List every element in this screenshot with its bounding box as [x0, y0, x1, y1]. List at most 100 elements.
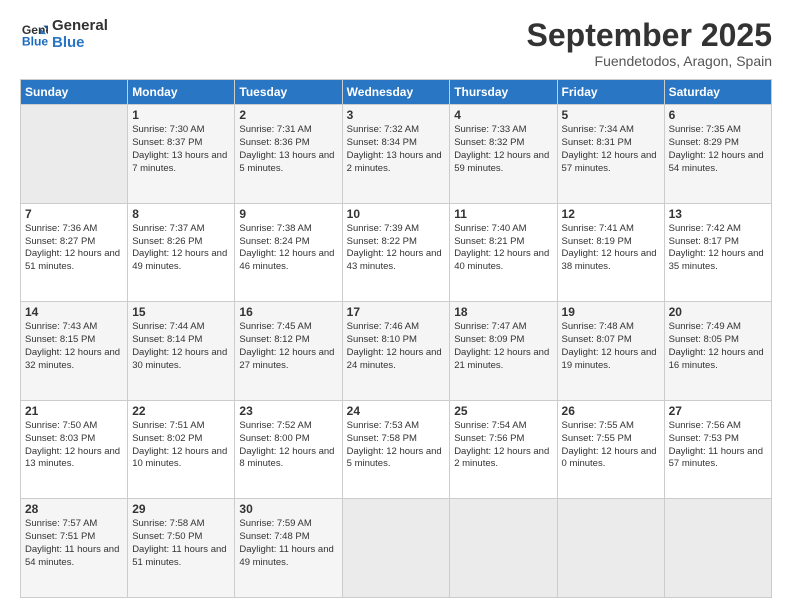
day-info: Sunrise: 7:30 AMSunset: 8:37 PMDaylight:… [132, 124, 230, 175]
day-number: 22 [132, 404, 230, 418]
table-row: 29Sunrise: 7:58 AMSunset: 7:50 PMDayligh… [128, 499, 235, 598]
day-info: Sunrise: 7:31 AMSunset: 8:36 PMDaylight:… [239, 124, 337, 175]
table-row: 17 Sunrise: 7:46 AMSunset: 8:10 PMDayligh… [342, 302, 450, 401]
day-info: Sunrise: 7:55 AMSunset: 7:55 PMDaylight:… [562, 420, 660, 471]
table-row [664, 499, 771, 598]
table-row: 7 Sunrise: 7:36 AMSunset: 8:27 PMDaylight… [21, 203, 128, 302]
table-row: 24Sunrise: 7:53 AMSunset: 7:58 PMDayligh… [342, 400, 450, 499]
table-row: 20Sunrise: 7:49 AMSunset: 8:05 PMDayligh… [664, 302, 771, 401]
day-info: Sunrise: 7:33 AMSunset: 8:32 PMDaylight:… [454, 124, 552, 175]
calendar-week-row: 7 Sunrise: 7:36 AMSunset: 8:27 PMDaylight… [21, 203, 772, 302]
day-number: 10 [347, 207, 446, 221]
logo-icon: General Blue [20, 21, 48, 49]
day-number: 23 [239, 404, 337, 418]
table-row: 25 Sunrise: 7:54 AMSunset: 7:56 PMDayligh… [450, 400, 557, 499]
day-info: Sunrise: 7:42 AMSunset: 8:17 PMDaylight:… [669, 223, 767, 274]
table-row: 4Sunrise: 7:33 AMSunset: 8:32 PMDaylight… [450, 105, 557, 204]
logo: General Blue General Blue [20, 18, 108, 51]
location: Fuendetodos, Aragon, Spain [527, 53, 772, 69]
calendar-page: General Blue General Blue September 2025… [0, 0, 792, 612]
header-wednesday: Wednesday [342, 80, 450, 105]
day-info: Sunrise: 7:52 AMSunset: 8:00 PMDaylight:… [239, 420, 337, 471]
table-row: 9 Sunrise: 7:38 AMSunset: 8:24 PMDaylight… [235, 203, 342, 302]
table-row: 1 Sunrise: 7:30 AMSunset: 8:37 PMDaylight… [128, 105, 235, 204]
day-number: 1 [132, 108, 230, 122]
table-row: 28Sunrise: 7:57 AMSunset: 7:51 PMDayligh… [21, 499, 128, 598]
day-number: 25 [454, 404, 552, 418]
day-number: 3 [347, 108, 446, 122]
day-number: 12 [562, 207, 660, 221]
day-number: 13 [669, 207, 767, 221]
day-number: 26 [562, 404, 660, 418]
day-number: 27 [669, 404, 767, 418]
header: General Blue General Blue September 2025… [20, 18, 772, 69]
calendar-week-row: 1 Sunrise: 7:30 AMSunset: 8:37 PMDaylight… [21, 105, 772, 204]
calendar-week-row: 14Sunrise: 7:43 AMSunset: 8:15 PMDayligh… [21, 302, 772, 401]
day-info: Sunrise: 7:44 AMSunset: 8:14 PMDaylight:… [132, 321, 230, 372]
day-info: Sunrise: 7:35 AMSunset: 8:29 PMDaylight:… [669, 124, 767, 175]
logo-blue: Blue [52, 35, 108, 52]
day-number: 15 [132, 305, 230, 319]
day-info: Sunrise: 7:38 AMSunset: 8:24 PMDaylight:… [239, 223, 337, 274]
header-tuesday: Tuesday [235, 80, 342, 105]
day-number: 7 [25, 207, 123, 221]
day-info: Sunrise: 7:47 AMSunset: 8:09 PMDaylight:… [454, 321, 552, 372]
header-friday: Friday [557, 80, 664, 105]
day-info: Sunrise: 7:49 AMSunset: 8:05 PMDaylight:… [669, 321, 767, 372]
table-row: 18 Sunrise: 7:47 AMSunset: 8:09 PMDayligh… [450, 302, 557, 401]
day-number: 9 [239, 207, 337, 221]
day-info: Sunrise: 7:48 AMSunset: 8:07 PMDaylight:… [562, 321, 660, 372]
day-number: 17 [347, 305, 446, 319]
day-number: 28 [25, 502, 123, 516]
day-info: Sunrise: 7:59 AMSunset: 7:48 PMDaylight:… [239, 518, 337, 569]
day-info: Sunrise: 7:54 AMSunset: 7:56 PMDaylight:… [454, 420, 552, 471]
table-row [450, 499, 557, 598]
table-row [342, 499, 450, 598]
table-row: 16Sunrise: 7:45 AMSunset: 8:12 PMDayligh… [235, 302, 342, 401]
table-row [557, 499, 664, 598]
table-row: 30 Sunrise: 7:59 AMSunset: 7:48 PMDayligh… [235, 499, 342, 598]
day-number: 19 [562, 305, 660, 319]
table-row: 11 Sunrise: 7:40 AMSunset: 8:21 PMDayligh… [450, 203, 557, 302]
day-info: Sunrise: 7:45 AMSunset: 8:12 PMDaylight:… [239, 321, 337, 372]
table-row: 2 Sunrise: 7:31 AMSunset: 8:36 PMDaylight… [235, 105, 342, 204]
day-info: Sunrise: 7:41 AMSunset: 8:19 PMDaylight:… [562, 223, 660, 274]
calendar-week-row: 28Sunrise: 7:57 AMSunset: 7:51 PMDayligh… [21, 499, 772, 598]
header-monday: Monday [128, 80, 235, 105]
day-info: Sunrise: 7:36 AMSunset: 8:27 PMDaylight:… [25, 223, 123, 274]
table-row: 27 Sunrise: 7:56 AMSunset: 7:53 PMDayligh… [664, 400, 771, 499]
table-row: 13 Sunrise: 7:42 AMSunset: 8:17 PMDayligh… [664, 203, 771, 302]
day-number: 5 [562, 108, 660, 122]
day-info: Sunrise: 7:34 AMSunset: 8:31 PMDaylight:… [562, 124, 660, 175]
day-number: 24 [347, 404, 446, 418]
table-row: 12 Sunrise: 7:41 AMSunset: 8:19 PMDayligh… [557, 203, 664, 302]
header-saturday: Saturday [664, 80, 771, 105]
day-number: 11 [454, 207, 552, 221]
header-thursday: Thursday [450, 80, 557, 105]
day-number: 8 [132, 207, 230, 221]
month-title: September 2025 [527, 18, 772, 53]
day-number: 2 [239, 108, 337, 122]
day-number: 29 [132, 502, 230, 516]
day-info: Sunrise: 7:50 AMSunset: 8:03 PMDaylight:… [25, 420, 123, 471]
table-row: 10 Sunrise: 7:39 AMSunset: 8:22 PMDayligh… [342, 203, 450, 302]
logo-general: General [52, 18, 108, 35]
svg-text:Blue: Blue [22, 34, 48, 48]
day-info: Sunrise: 7:39 AMSunset: 8:22 PMDaylight:… [347, 223, 446, 274]
day-info: Sunrise: 7:40 AMSunset: 8:21 PMDaylight:… [454, 223, 552, 274]
day-info: Sunrise: 7:56 AMSunset: 7:53 PMDaylight:… [669, 420, 767, 471]
table-row: 21 Sunrise: 7:50 AMSunset: 8:03 PMDayligh… [21, 400, 128, 499]
day-info: Sunrise: 7:46 AMSunset: 8:10 PMDaylight:… [347, 321, 446, 372]
day-number: 18 [454, 305, 552, 319]
day-info: Sunrise: 7:51 AMSunset: 8:02 PMDaylight:… [132, 420, 230, 471]
title-block: September 2025 Fuendetodos, Aragon, Spai… [527, 18, 772, 69]
table-row: 15 Sunrise: 7:44 AMSunset: 8:14 PMDayligh… [128, 302, 235, 401]
day-number: 21 [25, 404, 123, 418]
calendar-table: Sunday Monday Tuesday Wednesday Thursday… [20, 79, 772, 598]
table-row [21, 105, 128, 204]
day-info: Sunrise: 7:32 AMSunset: 8:34 PMDaylight:… [347, 124, 446, 175]
table-row: 14Sunrise: 7:43 AMSunset: 8:15 PMDayligh… [21, 302, 128, 401]
day-info: Sunrise: 7:43 AMSunset: 8:15 PMDaylight:… [25, 321, 123, 372]
day-number: 30 [239, 502, 337, 516]
header-sunday: Sunday [21, 80, 128, 105]
